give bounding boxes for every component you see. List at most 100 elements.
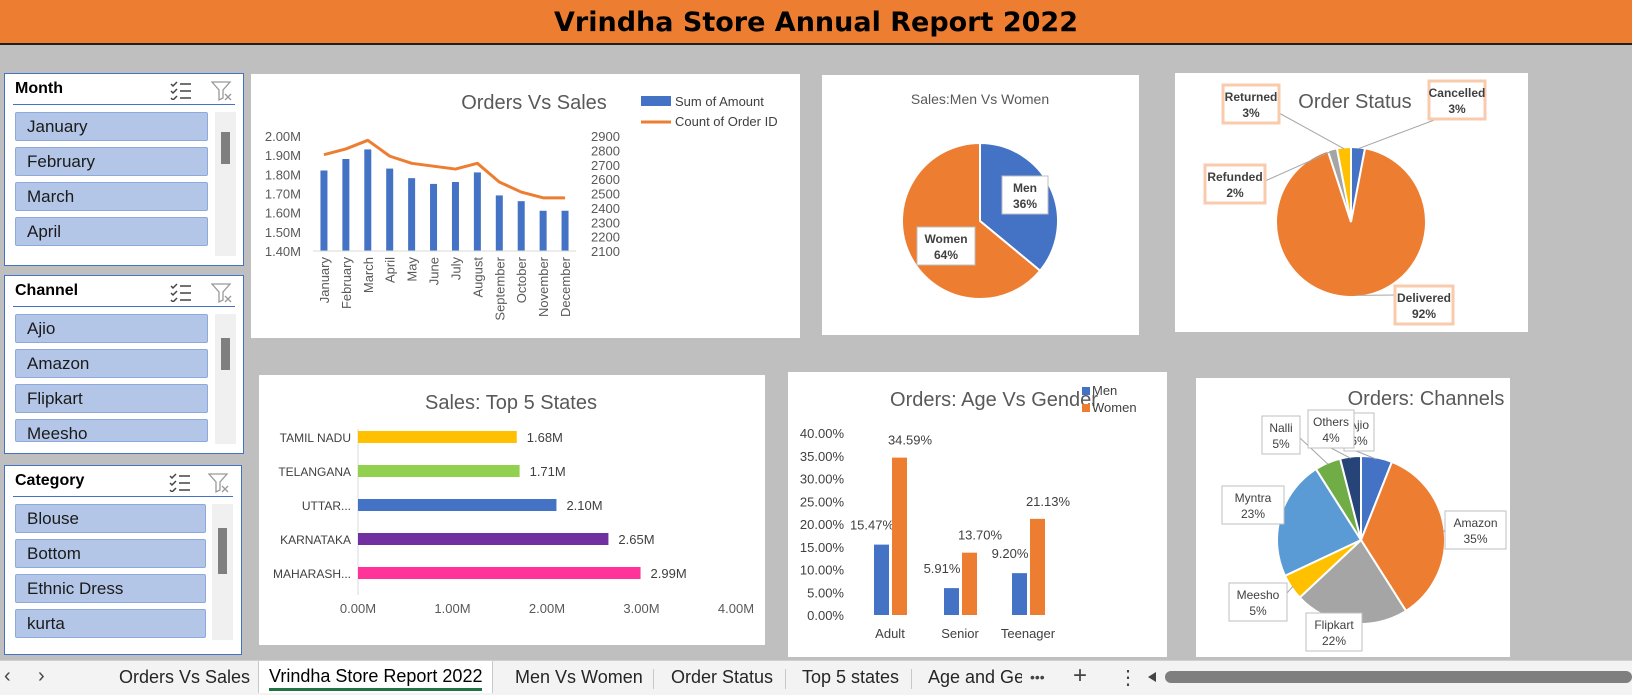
data-label: 5.91% xyxy=(924,561,961,576)
slicer-divider xyxy=(13,496,233,497)
tab-top-5-states[interactable]: Top 5 states xyxy=(802,667,899,688)
slicer-item[interactable]: Ethnic Dress xyxy=(15,574,206,603)
sheet-options-icon[interactable]: ⋮ xyxy=(1118,665,1138,690)
clear-filter-icon[interactable] xyxy=(211,80,233,102)
y-tick-right: 2500 xyxy=(591,187,620,202)
y-tick: 20.00% xyxy=(800,517,845,532)
bar xyxy=(358,567,641,579)
data-label: 2.99M xyxy=(651,566,687,581)
clear-filter-icon[interactable] xyxy=(208,472,230,494)
y-tick: 10.00% xyxy=(800,563,845,578)
more-tabs-icon[interactable]: ••• xyxy=(1030,669,1045,685)
x-tick: 3.00M xyxy=(623,601,659,616)
data-label-value: 3% xyxy=(1448,102,1466,116)
data-label-value: 5% xyxy=(1249,604,1267,618)
month-slicer[interactable]: Month January February March April xyxy=(4,73,244,266)
age-vs-gender-svg: Orders: Age Vs GenderMen Women 40.00% 35.00… xyxy=(800,383,1137,641)
x-tick: December xyxy=(558,256,573,317)
age-vs-gender-chart[interactable]: Orders: Age Vs Gender Men Women 40.00% 35.00… xyxy=(788,372,1167,657)
slicer-item[interactable]: February xyxy=(15,147,208,176)
clear-filter-icon[interactable] xyxy=(211,282,233,304)
scroll-left-icon[interactable]: ‹ xyxy=(4,665,11,688)
order-status-chart[interactable]: Order Status Cancelled 3% Delivered 92% Refun… xyxy=(1175,73,1528,332)
slicer-scrollbar[interactable] xyxy=(212,504,233,640)
chart-title: Sales: Top 5 States xyxy=(425,392,597,414)
slicer-item[interactable]: April xyxy=(15,217,208,246)
multi-select-icon[interactable] xyxy=(170,80,192,100)
x-tick: Senior xyxy=(941,626,979,641)
y-tick-left: 1.60M xyxy=(265,206,301,221)
orders-vs-sales-chart[interactable]: Orders Vs Sales 2.00M 1.90M 1.80M 1.70M 1.60M… xyxy=(251,74,800,338)
y-tick: 40.00% xyxy=(800,426,845,441)
slicer-item[interactable]: Blouse xyxy=(15,504,206,533)
slicer-scrollbar[interactable] xyxy=(215,314,236,444)
tab-age-and-gender[interactable]: Age and Ger xyxy=(928,667,1022,688)
slicer-item[interactable]: Bottom xyxy=(15,539,206,568)
bar xyxy=(874,544,889,615)
men-vs-women-chart[interactable]: Sales:Men Vs Women Men 36% Women 64% xyxy=(822,75,1139,335)
slicer-item[interactable]: Amazon xyxy=(15,349,208,378)
chart-title: Orders: Age Vs Gender xyxy=(890,389,1098,411)
x-tick: September xyxy=(492,256,507,320)
channel-slicer[interactable]: Channel Ajio Amazon Flipkart Meesho xyxy=(4,275,244,454)
x-tick: May xyxy=(405,257,420,282)
bar xyxy=(320,170,328,251)
scroll-thumb[interactable] xyxy=(221,132,230,164)
data-label-value: 22% xyxy=(1322,634,1346,648)
y-tick-right: 2100 xyxy=(591,244,620,259)
slicer-item[interactable]: January xyxy=(15,112,208,141)
active-tab-label: Vrindha Store Report 2022 xyxy=(269,666,483,691)
slicer-item[interactable]: Ajio xyxy=(15,314,208,343)
category-slicer[interactable]: Category Blouse Bottom Ethnic Dress kurt… xyxy=(4,465,242,655)
slicer-divider xyxy=(13,104,235,105)
data-label: 2.10M xyxy=(566,498,602,513)
data-label-name: Women xyxy=(924,232,967,246)
x-tick: 4.00M xyxy=(718,601,754,616)
data-label-name: Returned xyxy=(1225,90,1278,104)
tab-separator xyxy=(911,669,912,689)
chart-title: Orders: Channels xyxy=(1348,388,1505,410)
x-tick: March xyxy=(361,257,376,293)
y-tick-left: 1.80M xyxy=(265,167,301,182)
tab-men-vs-women[interactable]: Men Vs Women xyxy=(515,667,643,688)
data-label-name: Refunded xyxy=(1207,170,1262,184)
bar xyxy=(561,210,569,251)
slicer-scrollbar[interactable] xyxy=(215,112,236,256)
scroll-bar-left-icon[interactable] xyxy=(1146,671,1158,683)
top-5-states-chart[interactable]: Sales: Top 5 States TAMIL NADU 1.68M TELANG… xyxy=(259,375,765,645)
x-tick: April xyxy=(383,257,398,283)
slicer-header: Channel xyxy=(15,282,79,299)
add-sheet-icon[interactable]: + xyxy=(1073,662,1087,690)
bar xyxy=(364,149,372,251)
scroll-thumb[interactable] xyxy=(221,338,230,370)
data-label-name: Delivered xyxy=(1397,291,1451,305)
orders-vs-sales-svg: Orders Vs Sales 2.00M 1.90M 1.80M 1.70M 1.60M… xyxy=(265,92,778,321)
tab-vrindha-store-report-2022[interactable]: Vrindha Store Report 2022 xyxy=(258,661,494,693)
data-label-name: Men xyxy=(1013,181,1037,195)
x-tick: Teenager xyxy=(1001,626,1056,641)
slicer-divider xyxy=(13,306,235,307)
tab-orders-vs-sales[interactable]: Orders Vs Sales xyxy=(119,667,250,688)
scroll-right-icon[interactable]: › xyxy=(38,665,45,688)
bar xyxy=(1030,518,1045,615)
slicer-item[interactable]: Meesho xyxy=(15,419,208,442)
horizontal-scrollbar[interactable] xyxy=(1165,671,1632,683)
y-tick: 15.00% xyxy=(800,540,845,555)
slicer-item[interactable]: March xyxy=(15,182,208,211)
y-tick: 30.00% xyxy=(800,472,845,487)
y-tick-left: 1.40M xyxy=(265,244,301,259)
tab-order-status[interactable]: Order Status xyxy=(671,667,773,688)
multi-select-icon[interactable] xyxy=(170,282,192,302)
slicer-item[interactable]: kurta xyxy=(15,609,206,638)
bar xyxy=(386,168,394,251)
bar xyxy=(358,499,557,511)
scroll-thumb[interactable] xyxy=(218,528,227,574)
legend-label: Sum of Amount xyxy=(675,94,764,109)
data-label: 15.47% xyxy=(850,518,895,533)
slicer-item[interactable]: Flipkart xyxy=(15,384,208,413)
data-label-value: 2% xyxy=(1226,186,1244,200)
orders-channels-chart[interactable]: Orders: Channels Ajio 6% Amazon 35% Flipkart 2… xyxy=(1196,378,1510,657)
y-tick-right: 2900 xyxy=(591,129,620,144)
bar xyxy=(517,201,525,251)
multi-select-icon[interactable] xyxy=(169,472,191,492)
